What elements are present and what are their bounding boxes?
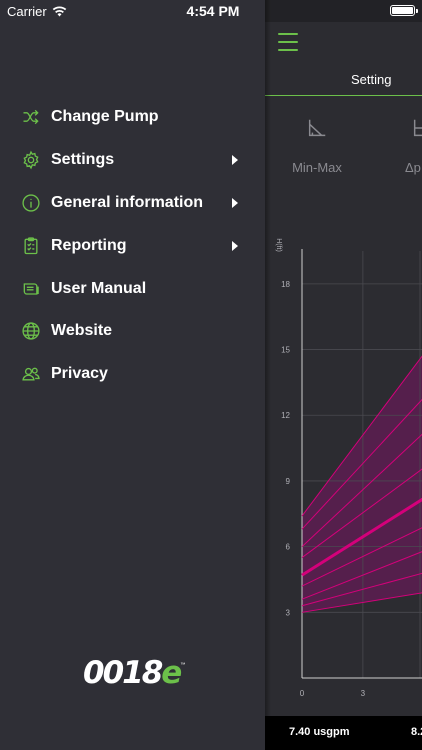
menu-label: Settings — [51, 151, 115, 169]
delta-p-icon — [413, 119, 422, 137]
nav-header — [265, 22, 422, 66]
clipboard-icon — [20, 235, 42, 257]
chevron-right-icon — [232, 155, 238, 166]
users-icon — [20, 363, 42, 385]
menu-item-change-pump[interactable]: Change Pump — [0, 96, 265, 139]
logo-text: 0018e — [83, 655, 182, 691]
menu-label: User Manual — [51, 279, 147, 297]
y-tick-label: 12 — [281, 411, 290, 420]
battery-icon — [390, 5, 418, 16]
info-icon — [20, 192, 42, 214]
y-tick-label: 15 — [281, 346, 290, 355]
mode-min-max[interactable]: Min-Max — [282, 117, 352, 175]
pump-curve-chart[interactable]: 3 6 9 12 15 18 0 3 H(ft) — [265, 230, 422, 710]
chevron-right-icon — [232, 240, 238, 251]
menu-list: Change Pump Settings General information… — [0, 96, 265, 396]
chart-area-fill — [302, 356, 422, 613]
y-tick-label: 9 — [286, 477, 291, 486]
mode-delta-p[interactable]: Δp — [383, 117, 422, 175]
menu-item-website[interactable]: Website — [0, 310, 265, 353]
side-menu: Change Pump Settings General information… — [0, 0, 265, 750]
menu-label: Website — [51, 322, 113, 340]
menu-item-general-information[interactable]: General information — [0, 182, 265, 225]
clock: 4:54 PM — [186, 3, 240, 19]
y-tick-label: 18 — [281, 280, 290, 289]
globe-icon — [20, 320, 42, 342]
menu-label: Reporting — [51, 236, 127, 254]
trademark-mark: ™ — [180, 662, 186, 668]
y-tick-label: 3 — [286, 608, 291, 617]
y-axis-label: H(ft) — [275, 238, 282, 252]
chevron-right-icon — [232, 197, 238, 208]
readout-bar: 7.40 usgpm 8.2 — [265, 716, 422, 750]
y-tick-label: 6 — [286, 543, 291, 552]
min-max-icon — [308, 119, 326, 137]
mode-selector: Min-Max Δp — [265, 97, 422, 197]
battery-level — [392, 7, 413, 14]
menu-label: General information — [51, 193, 204, 211]
menu-label: Privacy — [51, 365, 108, 383]
menu-item-settings[interactable]: Settings — [0, 139, 265, 182]
gear-icon — [20, 149, 42, 171]
menu-label: Change Pump — [51, 108, 159, 126]
mode-label: Min-Max — [292, 160, 342, 175]
flow-readout-2: 8.2 — [411, 726, 422, 738]
mode-label: Δp — [405, 160, 421, 175]
tab-setting[interactable]: Setting — [351, 72, 391, 87]
brand-logo: 0018e ™ — [83, 656, 185, 690]
flow-readout: 7.40 usgpm — [289, 726, 350, 738]
book-icon — [20, 278, 42, 300]
hamburger-menu-icon[interactable] — [278, 33, 298, 51]
x-tick-label: 0 — [300, 689, 305, 698]
shuffle-icon — [20, 106, 42, 128]
main-panel[interactable]: Setting Min-Max Δp 3 6 9 12 15 18 0 3 H(ft) 7.40… — [265, 0, 422, 750]
menu-item-privacy[interactable]: Privacy — [0, 353, 265, 396]
menu-item-reporting[interactable]: Reporting — [0, 224, 265, 267]
x-tick-label: 3 — [361, 689, 366, 698]
menu-item-user-manual[interactable]: User Manual — [0, 267, 265, 310]
tab-bar: Setting — [265, 66, 422, 96]
status-bar: Carrier 4:54 PM — [0, 0, 422, 22]
drawer-shadow — [265, 0, 271, 750]
